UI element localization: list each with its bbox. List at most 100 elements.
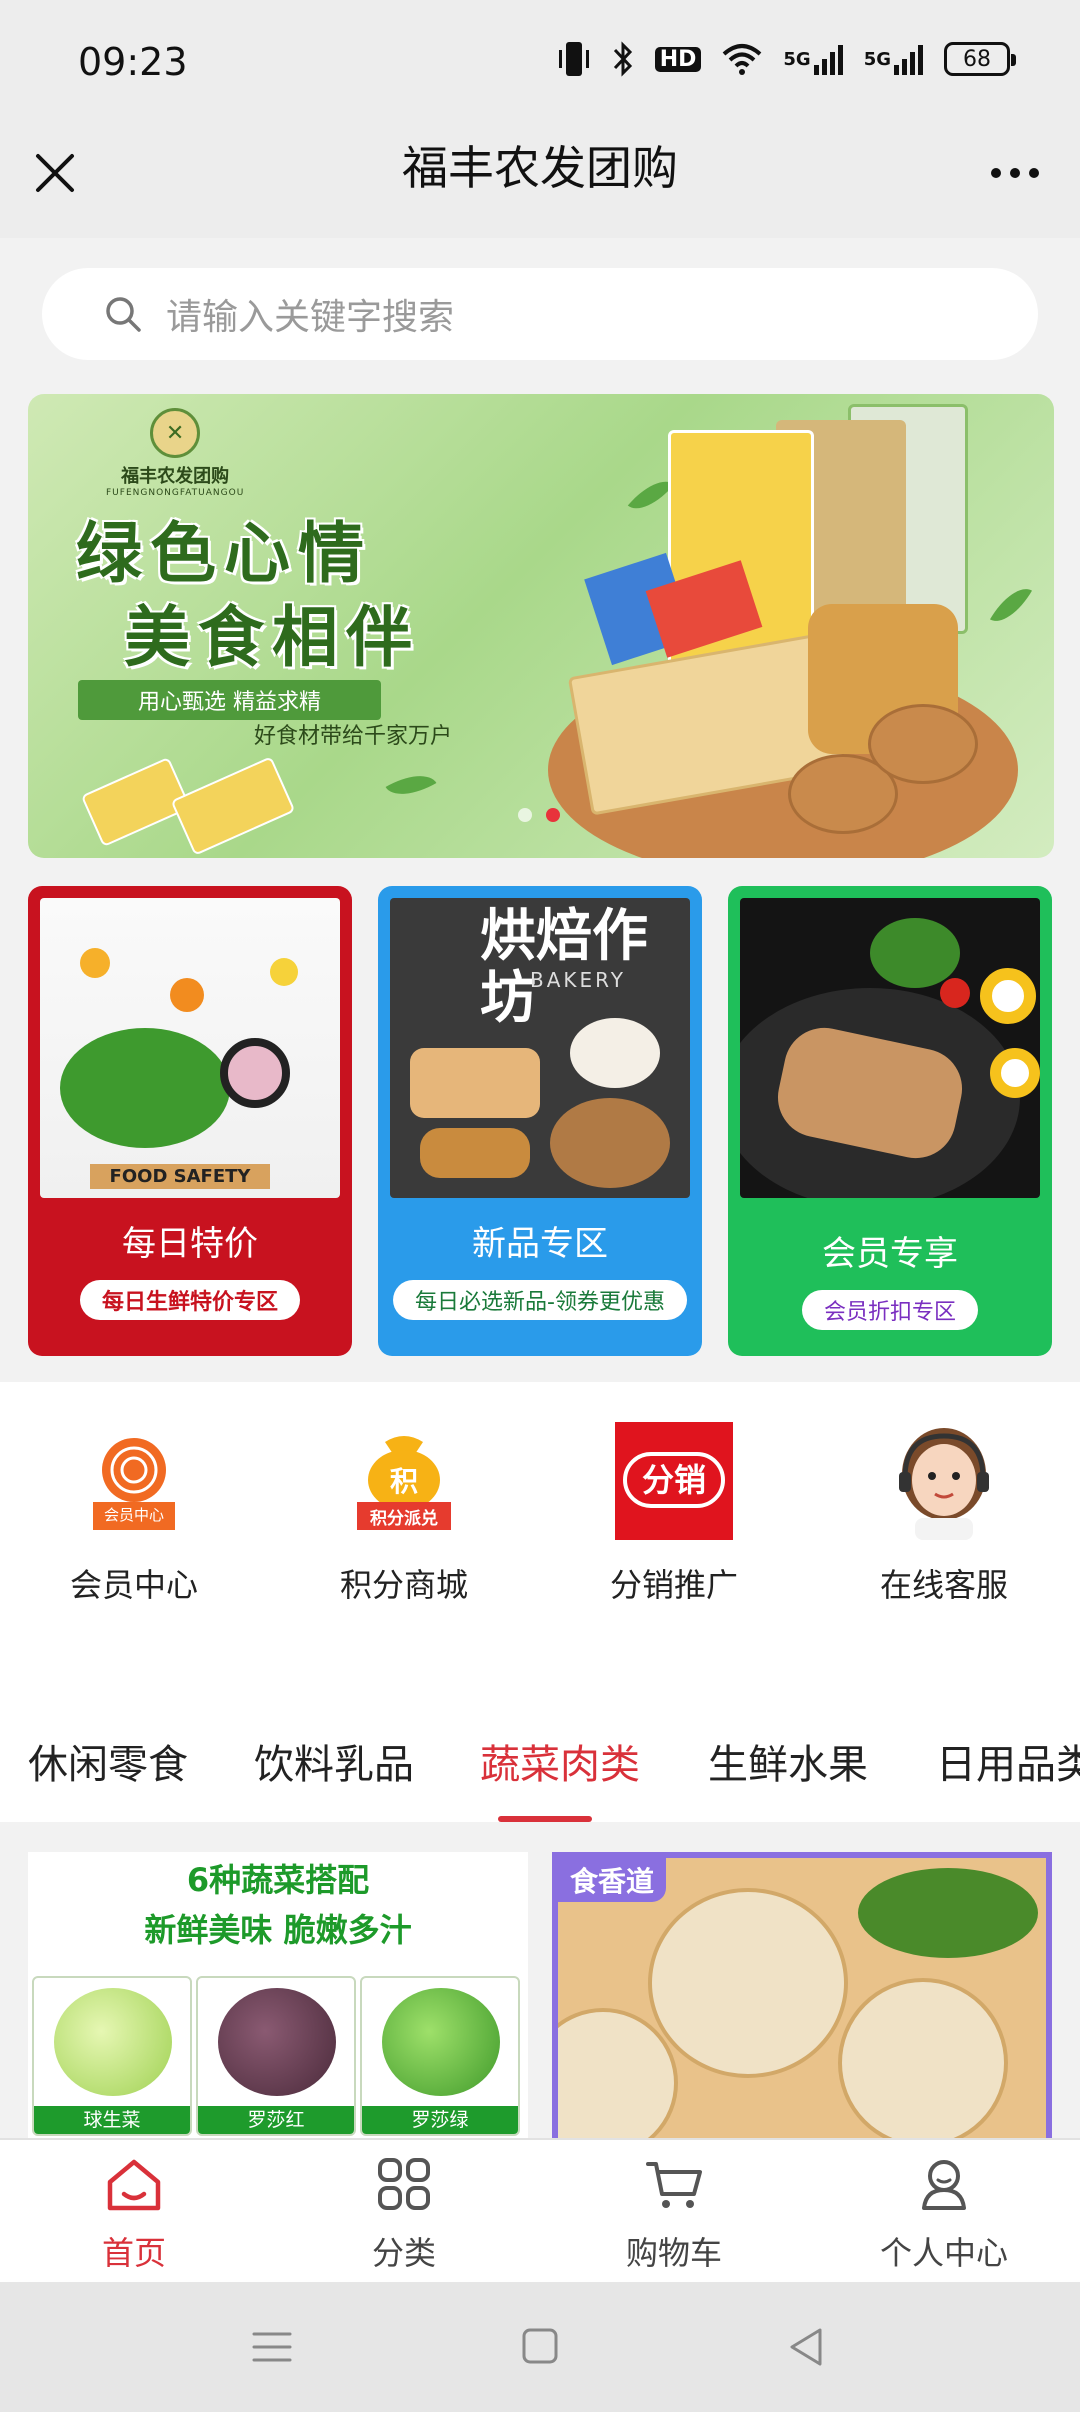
nav-label: 首页 xyxy=(101,2234,166,2272)
signal-5g-icon: 5G xyxy=(783,43,843,75)
broccoli-image xyxy=(870,918,960,988)
quick-icon-badge: 积分派兑 xyxy=(370,1509,438,1529)
promo-daily-special[interactable]: FOOD SAFETY 每日特价 每日生鲜特价专区 xyxy=(28,886,352,1356)
logo-text: 福丰农发团购 xyxy=(121,466,230,487)
quick-customer-service[interactable]: 在线客服 xyxy=(844,1422,1044,1606)
tomato-image xyxy=(940,978,970,1008)
red-lettuce-image xyxy=(218,1988,336,2096)
promo-image: 烘焙作坊 BAKERY xyxy=(390,898,690,1198)
more-dot-icon xyxy=(991,168,1001,178)
member-center-icon: 会员中心 xyxy=(75,1422,193,1540)
cart-icon xyxy=(646,2162,702,2208)
battery-icon: 68 xyxy=(944,42,1016,76)
product-headline: 新鲜美味 脆嫩多汁 xyxy=(144,1911,412,1949)
green-lettuce-image xyxy=(382,1988,500,2096)
brand-logo: ✕ 福丰农发团购 FUFENGNONGFATUANGOU xyxy=(106,408,244,498)
page-title: 福丰农发团购 xyxy=(402,141,678,195)
nav-home[interactable]: 首页 xyxy=(34,2154,234,2274)
egg-image xyxy=(980,968,1036,1024)
tab-daily-goods[interactable]: 日用品类 xyxy=(936,1732,1080,1790)
distribution-badge: 分销 xyxy=(623,1452,725,1508)
distribution-icon: 分销 xyxy=(615,1422,733,1540)
food-safety-label: FOOD SAFETY xyxy=(90,1164,270,1189)
lettuce-image xyxy=(54,1988,172,2096)
leaf-decoration xyxy=(989,579,1033,631)
promo-image xyxy=(740,898,1040,1198)
promo-subtitle[interactable]: 每日必选新品-领券更优惠 xyxy=(393,1280,687,1320)
tab-snacks[interactable]: 休闲零食 xyxy=(28,1732,188,1790)
points-symbol: 积 xyxy=(389,1465,418,1498)
vegetable-tile: 球生菜 xyxy=(32,1976,192,2136)
magnifier-icon xyxy=(220,1038,290,1108)
nav-category[interactable]: 分类 xyxy=(304,2154,504,2274)
menu-icon[interactable] xyxy=(242,2322,302,2372)
nav-label: 购物车 xyxy=(625,2234,722,2272)
network-type-label: 5G xyxy=(783,48,811,70)
flour-image xyxy=(570,1018,660,1088)
greens-image xyxy=(858,1868,1038,1958)
vegetable-tile: 罗莎红 xyxy=(196,1976,356,2136)
cookie-image xyxy=(868,704,978,784)
meatball-image xyxy=(648,1888,848,2078)
carousel-dot[interactable] xyxy=(518,808,532,822)
promo-title: 每日特价 xyxy=(122,1224,258,1264)
banner-carousel[interactable]: ✕ 福丰农发团购 FUFENGNONGFATUANGOU 绿色心情 美食相伴 用… xyxy=(28,394,1054,858)
banner-tagline: 用心甄选 精益求精 xyxy=(78,680,381,720)
nav-profile[interactable]: 个人中心 xyxy=(844,2154,1044,2274)
product-card[interactable]: 食香道 xyxy=(552,1852,1052,2140)
logo-subtext: FUFENGNONGFATUANGOU xyxy=(106,488,245,498)
banner-title-line2: 美食相伴 xyxy=(124,599,420,676)
quick-entries: 会员中心 会员中心 积 积分派兑 积分商城 分销 分销推广 在线客服 xyxy=(0,1382,1080,1626)
quick-label: 积分商城 xyxy=(339,1566,468,1604)
promo-image: FOOD SAFETY xyxy=(40,898,340,1198)
category-grid-icon xyxy=(378,2158,430,2210)
leaf-decoration xyxy=(385,763,437,807)
tab-vegetables-meat[interactable]: 蔬菜肉类 xyxy=(480,1732,640,1790)
network-type-label: 5G xyxy=(863,48,891,70)
tab-drinks-dairy[interactable]: 饮料乳品 xyxy=(254,1732,414,1790)
vegetable-image xyxy=(60,1028,230,1148)
promo-subtitle[interactable]: 会员折扣专区 xyxy=(801,1290,979,1330)
nav-cart[interactable]: 购物车 xyxy=(574,2154,774,2274)
meatball-image xyxy=(838,1978,1008,2140)
back-triangle-icon[interactable] xyxy=(776,2322,836,2372)
promo-title: 会员专享 xyxy=(822,1234,958,1274)
bluetooth-icon xyxy=(611,41,635,77)
tab-fresh-fruit[interactable]: 生鲜水果 xyxy=(708,1732,868,1790)
quick-icon-badge: 会员中心 xyxy=(103,1506,164,1524)
quick-points-mall[interactable]: 积 积分派兑 积分商城 xyxy=(304,1422,504,1606)
home-icon xyxy=(107,2159,161,2211)
banner-subline: 好食材带给千家万户 xyxy=(254,724,453,749)
points-mall-icon: 积 积分派兑 xyxy=(345,1422,463,1540)
quick-distribution[interactable]: 分销 分销推广 xyxy=(574,1422,774,1606)
product-card[interactable]: 6种蔬菜搭配 新鲜美味 脆嫩多汁 球生菜 罗莎红 罗莎绿 xyxy=(28,1852,528,2140)
search-input[interactable]: 请输入关键字搜索 xyxy=(42,268,1038,360)
bottom-navigation: 首页 分类 购物车 个人中心 xyxy=(0,2138,1080,2282)
quick-member-center[interactable]: 会员中心 会员中心 xyxy=(34,1422,234,1606)
product-headline: 6种蔬菜搭配 xyxy=(186,1861,370,1899)
more-dot-icon xyxy=(1010,168,1020,178)
title-bar: 福丰农发团购 xyxy=(0,124,1080,238)
home-square-icon[interactable] xyxy=(510,2322,570,2372)
hd-icon: HD xyxy=(654,46,702,72)
quick-label: 在线客服 xyxy=(879,1566,1008,1604)
snack-pack-image xyxy=(170,756,296,856)
status-bar: 09:23 HD 5G 5G 68 xyxy=(0,0,1080,124)
bakery-subtitle: BAKERY xyxy=(530,968,626,992)
fork-knife-icon: ✕ xyxy=(150,408,201,458)
fruit-image xyxy=(80,948,110,978)
search-placeholder: 请输入关键字搜索 xyxy=(166,297,455,338)
vegetable-tile: 罗莎绿 xyxy=(360,1976,520,2136)
promo-member-exclusive[interactable]: 会员专享 会员折扣专区 xyxy=(728,886,1052,1356)
more-options-button[interactable] xyxy=(980,148,1050,198)
vibrate-icon xyxy=(557,40,591,78)
fruit-image xyxy=(270,958,298,986)
promo-new-products[interactable]: 烘焙作坊 BAKERY 新品专区 每日必选新品-领券更优惠 xyxy=(378,886,702,1356)
vegetable-row: 球生菜 罗莎红 罗莎绿 xyxy=(32,1976,520,2136)
more-dot-icon xyxy=(1029,168,1039,178)
promo-title: 新品专区 xyxy=(472,1224,608,1264)
promo-subtitle[interactable]: 每日生鲜特价专区 xyxy=(79,1280,301,1320)
carousel-dot-active[interactable] xyxy=(546,808,560,822)
brand-badge: 食香道 xyxy=(558,1858,667,1902)
egg-image xyxy=(990,1048,1040,1098)
